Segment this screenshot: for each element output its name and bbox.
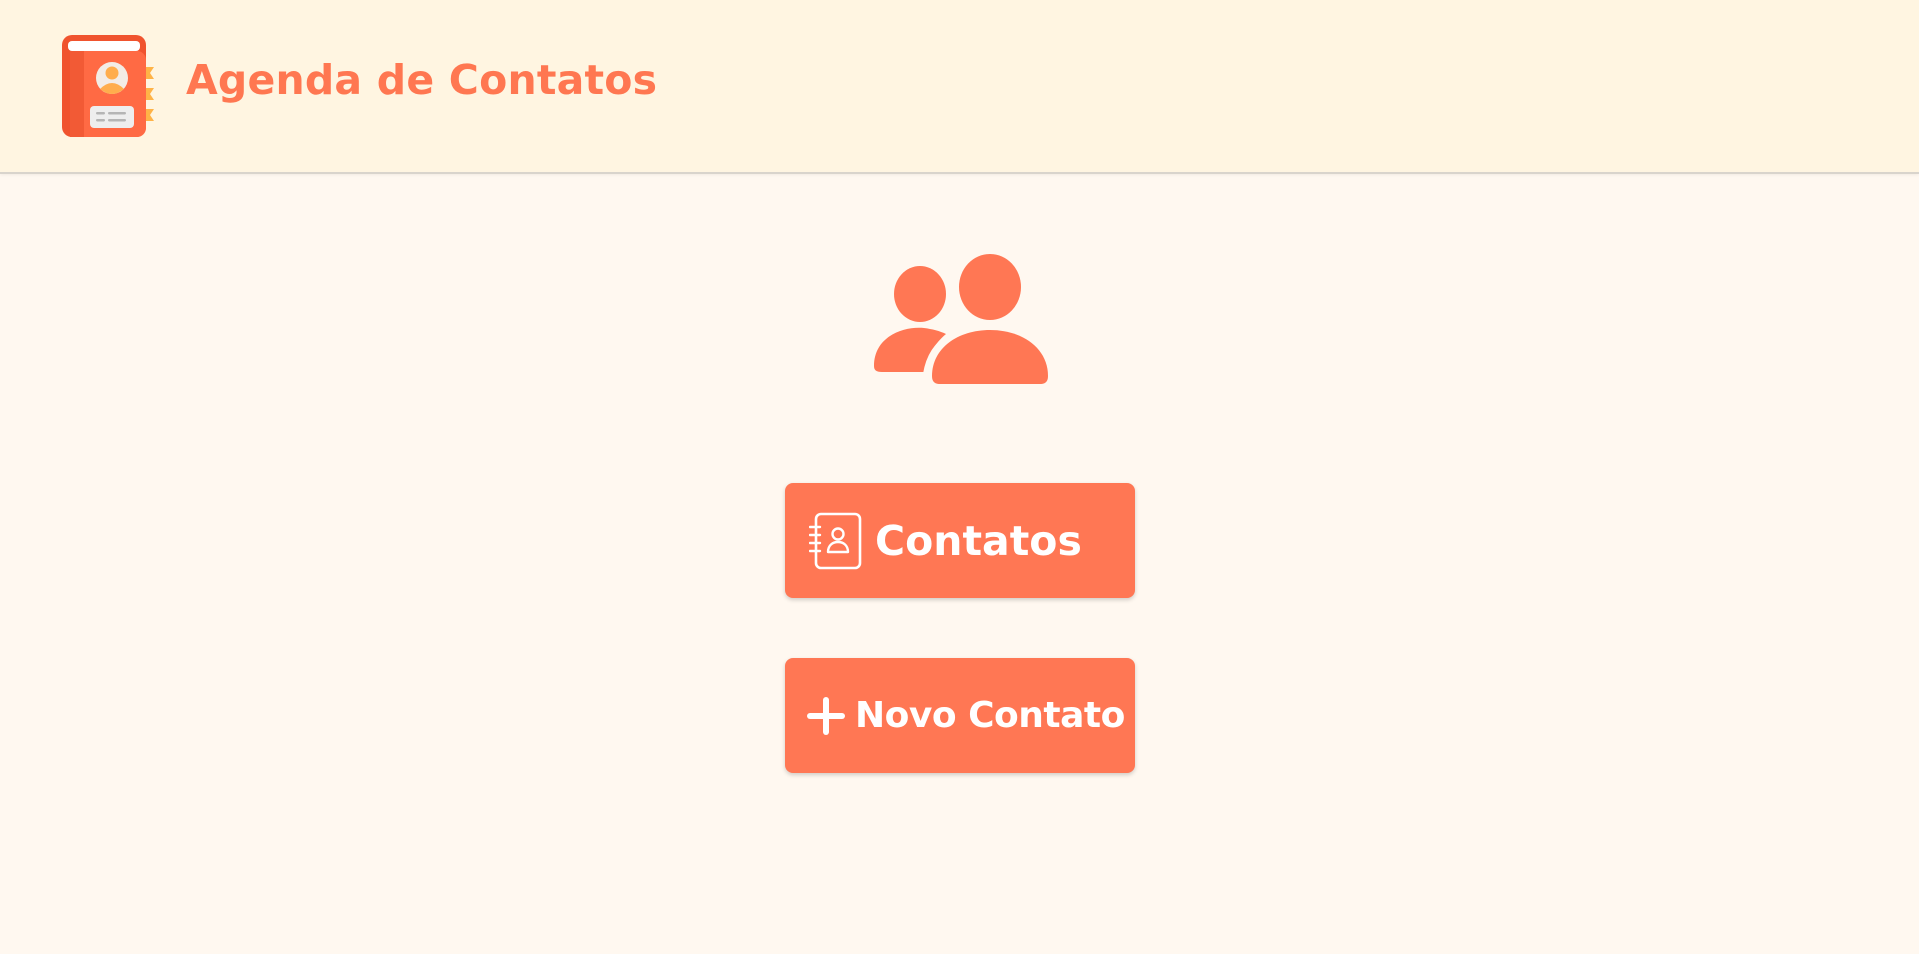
contatos-button-label: Contatos: [875, 516, 1082, 565]
app-header: Agenda de Contatos: [0, 0, 1919, 174]
plus-icon: [807, 696, 845, 735]
app-title: Agenda de Contatos: [186, 56, 658, 104]
contatos-button[interactable]: Contatos: [785, 483, 1135, 598]
novo-contato-button-label: Novo Contato: [855, 695, 1125, 736]
address-book-icon: [60, 33, 156, 139]
contact-book-icon: [808, 512, 863, 570]
users-icon: [868, 252, 1052, 386]
novo-contato-button[interactable]: Novo Contato: [785, 658, 1135, 773]
